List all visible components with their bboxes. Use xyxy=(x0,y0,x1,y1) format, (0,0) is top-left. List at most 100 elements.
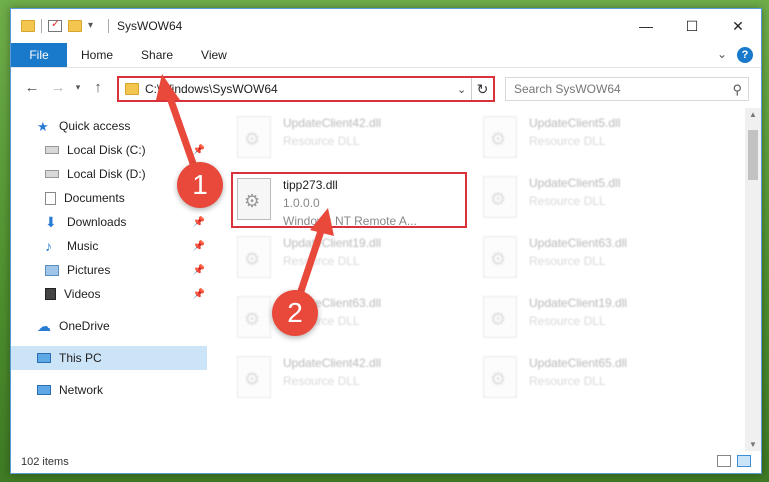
network-icon xyxy=(37,385,51,395)
sidebar-item-label: OneDrive xyxy=(59,319,110,333)
sidebar-item-local-disk-c[interactable]: Local Disk (C:) 📌 xyxy=(11,138,207,162)
file-name: UpdateClient19.dll xyxy=(283,236,382,250)
chevron-down-icon[interactable]: ⌄ xyxy=(457,83,471,96)
item-count: 102 items xyxy=(21,456,69,468)
refresh-button[interactable]: ↻ xyxy=(471,78,493,100)
view-buttons xyxy=(717,455,751,467)
star-icon: ★ xyxy=(37,118,49,134)
videos-icon xyxy=(45,288,56,300)
close-button[interactable]: ✕ xyxy=(715,9,761,43)
list-item[interactable]: ⚙ UpdateClient63.dll Resource DLL xyxy=(483,234,713,294)
forward-button[interactable]: → xyxy=(45,79,71,96)
list-item[interactable]: ⚙ UpdateClient63.dll Resource DLL xyxy=(237,294,467,354)
highlighted-file[interactable]: ⚙ tipp273.dll 1.0.0.0 Windows NT Remote … xyxy=(237,176,467,236)
up-button[interactable]: ↑ xyxy=(85,79,111,96)
large-icons-view-icon[interactable] xyxy=(737,455,751,467)
pin-icon[interactable]: 📌 xyxy=(193,145,205,156)
recent-locations-button[interactable]: ▾ xyxy=(71,82,85,93)
file-type: Resource DLL xyxy=(529,254,606,268)
tab-share[interactable]: Share xyxy=(127,43,187,67)
sidebar-item-label: This PC xyxy=(59,351,102,365)
file-list: ⚙ UpdateClient42.dll Resource DLL ⚙ Updat… xyxy=(207,108,761,451)
list-item[interactable]: ⚙ UpdateClient42.dll Resource DLL xyxy=(237,114,467,174)
list-item[interactable]: ⚙ UpdateClient19.dll Resource DLL xyxy=(483,294,713,354)
step-1-callout: 1 xyxy=(177,162,223,208)
search-icon[interactable]: ⚲ xyxy=(732,82,742,98)
help-icon[interactable]: ? xyxy=(737,47,753,63)
drive-icon xyxy=(45,170,59,178)
properties-icon[interactable] xyxy=(48,17,62,32)
sidebar-item-music[interactable]: ♪ Music 📌 xyxy=(11,234,207,258)
content-area: ★ Quick access Local Disk (C:) 📌 Local D… xyxy=(11,108,761,451)
sidebar-item-network[interactable]: Network xyxy=(11,378,207,402)
pin-icon[interactable]: 📌 xyxy=(193,217,205,228)
file-name: UpdateClient42.dll xyxy=(283,356,382,370)
scroll-up-icon[interactable]: ▲ xyxy=(745,110,761,119)
tab-home[interactable]: Home xyxy=(67,43,127,67)
dll-file-icon: ⚙ xyxy=(237,296,271,338)
status-bar: 102 items xyxy=(11,451,761,473)
scrollbar-thumb[interactable] xyxy=(748,130,758,180)
file-name: UpdateClient63.dll xyxy=(529,236,628,250)
sidebar-item-label: Quick access xyxy=(59,119,131,133)
ribbon-right-controls: ⌄ ? xyxy=(717,47,753,63)
ribbon-tabs: File Home Share View ⌄ ? xyxy=(11,43,761,67)
address-path[interactable]: C:\Windows\SysWOW64 xyxy=(145,82,457,96)
dll-file-icon: ⚙ xyxy=(483,176,517,218)
back-button[interactable]: ← xyxy=(19,79,45,96)
computer-icon xyxy=(37,353,51,363)
details-view-icon[interactable] xyxy=(717,455,731,467)
list-item[interactable]: ⚙ UpdateClient19.dll Resource DLL xyxy=(237,234,467,294)
maximize-button[interactable]: ☐ xyxy=(669,9,715,43)
sidebar-item-label: Local Disk (C:) xyxy=(67,143,146,157)
file-name: UpdateClient42.dll xyxy=(283,116,382,130)
navigation-pane: ★ Quick access Local Disk (C:) 📌 Local D… xyxy=(11,108,207,451)
list-item[interactable]: ⚙ UpdateClient5.dll Resource DLL xyxy=(483,174,713,234)
file-name: tipp273.dll xyxy=(283,178,338,192)
dll-file-icon: ⚙ xyxy=(237,116,271,158)
folder-icon xyxy=(125,83,139,95)
tab-file[interactable]: File xyxy=(11,43,67,67)
sidebar-item-this-pc[interactable]: This PC xyxy=(11,346,207,370)
sidebar-item-label: Local Disk (D:) xyxy=(67,167,146,181)
list-item[interactable]: ⚙ UpdateClient42.dll Resource DLL xyxy=(237,354,467,414)
file-name: UpdateClient19.dll xyxy=(529,296,628,310)
sidebar-item-pictures[interactable]: Pictures 📌 xyxy=(11,258,207,282)
sidebar-item-quick-access[interactable]: ★ Quick access xyxy=(11,114,207,138)
file-type: Resource DLL xyxy=(529,314,606,328)
expand-ribbon-icon[interactable]: ⌄ xyxy=(717,47,727,63)
vertical-scrollbar[interactable]: ▲ ▼ xyxy=(745,108,761,451)
customize-toolbar-icon[interactable]: ▾ xyxy=(88,20,102,32)
file-type: Resource DLL xyxy=(283,134,360,148)
list-item[interactable]: ⚙ UpdateClient5.dll Resource DLL xyxy=(483,114,713,174)
new-folder-icon[interactable] xyxy=(68,20,82,32)
search-placeholder: Search SysWOW64 xyxy=(514,82,621,96)
pin-icon[interactable]: 📌 xyxy=(193,265,205,276)
sidebar-item-videos[interactable]: Videos 📌 xyxy=(11,282,207,306)
sidebar-item-downloads[interactable]: ⬇ Downloads 📌 xyxy=(11,210,207,234)
tab-view[interactable]: View xyxy=(187,43,241,67)
navigation-bar: ← → ▾ ↑ C:\Windows\SysWOW64 ⌄ ↻ Search S… xyxy=(11,67,761,107)
file-type: Resource DLL xyxy=(283,254,360,268)
sidebar-item-label: Network xyxy=(59,383,104,397)
separator xyxy=(41,19,42,33)
file-version: 1.0.0.0 xyxy=(283,196,320,210)
address-bar[interactable]: C:\Windows\SysWOW64 ⌄ ↻ xyxy=(117,76,495,102)
sidebar-item-onedrive[interactable]: ☁ OneDrive xyxy=(11,314,207,338)
file-name: UpdateClient5.dll xyxy=(529,176,621,190)
dll-file-icon: ⚙ xyxy=(483,356,517,398)
pin-icon[interactable]: 📌 xyxy=(193,289,205,300)
window-title: SysWOW64 xyxy=(117,19,183,33)
file-description: Windows NT Remote A... xyxy=(283,214,417,228)
dll-file-icon: ⚙ xyxy=(237,356,271,398)
window-controls: — ☐ ✕ xyxy=(623,9,761,43)
step-2-callout: 2 xyxy=(272,290,318,336)
list-item[interactable]: ⚙ UpdateClient65.dll Resource DLL xyxy=(483,354,713,414)
search-input[interactable]: Search SysWOW64 ⚲ xyxy=(505,77,749,101)
separator xyxy=(108,19,109,33)
scroll-down-icon[interactable]: ▼ xyxy=(745,440,761,449)
minimize-button[interactable]: — xyxy=(623,9,669,43)
pin-icon[interactable]: 📌 xyxy=(193,241,205,252)
